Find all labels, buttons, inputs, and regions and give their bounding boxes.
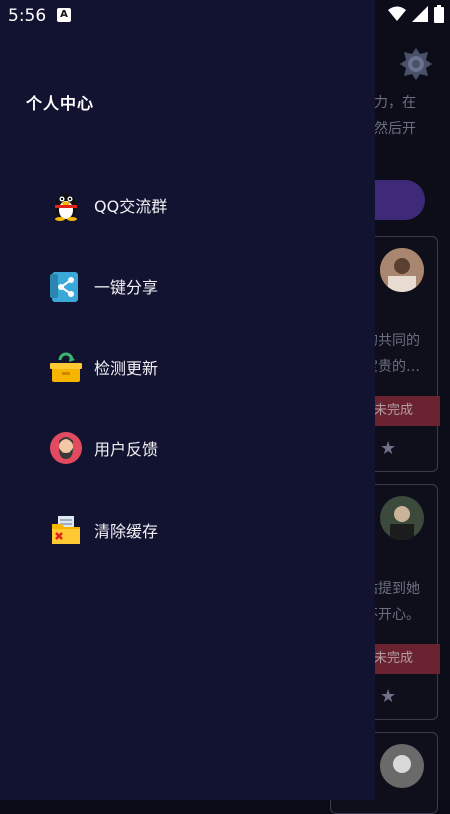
menu-item-label: 一键分享	[94, 278, 159, 297]
battery-icon	[434, 5, 444, 27]
drawer-title: 个人中心	[26, 94, 95, 113]
menu-item-label: 清除缓存	[94, 522, 159, 541]
menu-item-qq-group[interactable]: QQ交流群	[48, 183, 348, 227]
menu-item-clear-cache[interactable]: 清除缓存	[48, 508, 348, 552]
qq-penguin-icon	[48, 187, 84, 223]
share-icon	[48, 268, 84, 304]
star-icon[interactable]: ★	[380, 686, 396, 707]
menu-item-check-update[interactable]: 检测更新	[48, 345, 348, 389]
avatar	[380, 248, 424, 292]
settings-badge-icon[interactable]	[398, 46, 434, 82]
clear-cache-folder-icon	[48, 512, 84, 548]
menu-item-feedback[interactable]: 用户反馈	[48, 426, 348, 470]
menu-item-share[interactable]: 一键分享	[48, 264, 348, 308]
status-time: 5:56	[8, 6, 47, 26]
update-box-icon	[48, 349, 84, 385]
signal-icon	[412, 6, 428, 26]
menu-item-label: QQ交流群	[94, 197, 168, 216]
wifi-icon	[388, 6, 406, 26]
star-icon[interactable]: ★	[380, 438, 396, 459]
notification-icon: A	[57, 8, 71, 22]
avatar	[380, 496, 424, 540]
bearded-user-icon	[48, 430, 84, 466]
status-bar: 5:56 A	[0, 0, 450, 32]
avatar	[380, 744, 424, 788]
menu-item-label: 用户反馈	[94, 440, 159, 459]
menu-item-label: 检测更新	[94, 359, 159, 378]
navigation-drawer: 个人中心 QQ交流群 一键分享 检测更新 用户反馈 清除缓存	[0, 0, 375, 800]
